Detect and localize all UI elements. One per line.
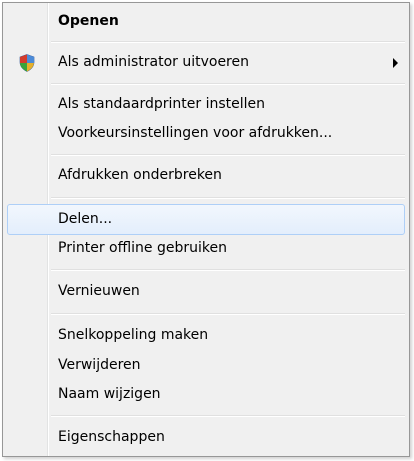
- menu-item-label: Verwijderen: [58, 357, 141, 373]
- menu-separator: [51, 415, 405, 417]
- menu-item-properties[interactable]: Eigenschappen: [7, 422, 405, 453]
- context-menu: Openen Als administrator uitvoeren Als s…: [2, 2, 410, 457]
- menu-item-label: Printer offline gebruiken: [58, 240, 227, 256]
- menu-item-label: Afdrukken onderbreken: [58, 167, 222, 183]
- menu-item-label: Delen...: [58, 211, 113, 227]
- menu-item-use-printer-offline[interactable]: Printer offline gebruiken: [7, 233, 405, 264]
- uac-shield-icon: [19, 54, 35, 72]
- menu-item-rename[interactable]: Naam wijzigen: [7, 379, 405, 410]
- menu-item-share[interactable]: Delen...: [7, 204, 405, 235]
- menu-separator: [51, 154, 405, 156]
- menu-item-label: Vernieuwen: [58, 283, 140, 299]
- menu-item-pause-printing[interactable]: Afdrukken onderbreken: [7, 160, 405, 191]
- menu-item-label: Eigenschappen: [58, 429, 165, 445]
- menu-separator: [51, 269, 405, 271]
- menu-item-delete[interactable]: Verwijderen: [7, 350, 405, 381]
- menu-separator: [51, 41, 405, 43]
- menu-item-label: Als standaardprinter instellen: [58, 96, 266, 112]
- menu-item-printing-preferences[interactable]: Voorkeursinstellingen voor afdrukken...: [7, 118, 405, 149]
- menu-item-run-as-administrator[interactable]: Als administrator uitvoeren: [7, 47, 405, 78]
- menu-item-create-shortcut[interactable]: Snelkoppeling maken: [7, 320, 405, 351]
- menu-item-label: Openen: [58, 13, 119, 29]
- submenu-arrow-icon: [393, 58, 398, 68]
- menu-separator: [51, 197, 405, 199]
- menu-item-openen[interactable]: Openen: [7, 6, 405, 37]
- menu-item-set-default-printer[interactable]: Als standaardprinter instellen: [7, 89, 405, 120]
- menu-item-label: Naam wijzigen: [58, 386, 161, 402]
- menu-item-label: Als administrator uitvoeren: [58, 54, 249, 70]
- menu-item-label: Voorkeursinstellingen voor afdrukken...: [58, 125, 333, 141]
- menu-separator: [51, 313, 405, 315]
- menu-separator: [51, 83, 405, 85]
- menu-item-label: Snelkoppeling maken: [58, 327, 209, 343]
- menu-item-refresh[interactable]: Vernieuwen: [7, 276, 405, 307]
